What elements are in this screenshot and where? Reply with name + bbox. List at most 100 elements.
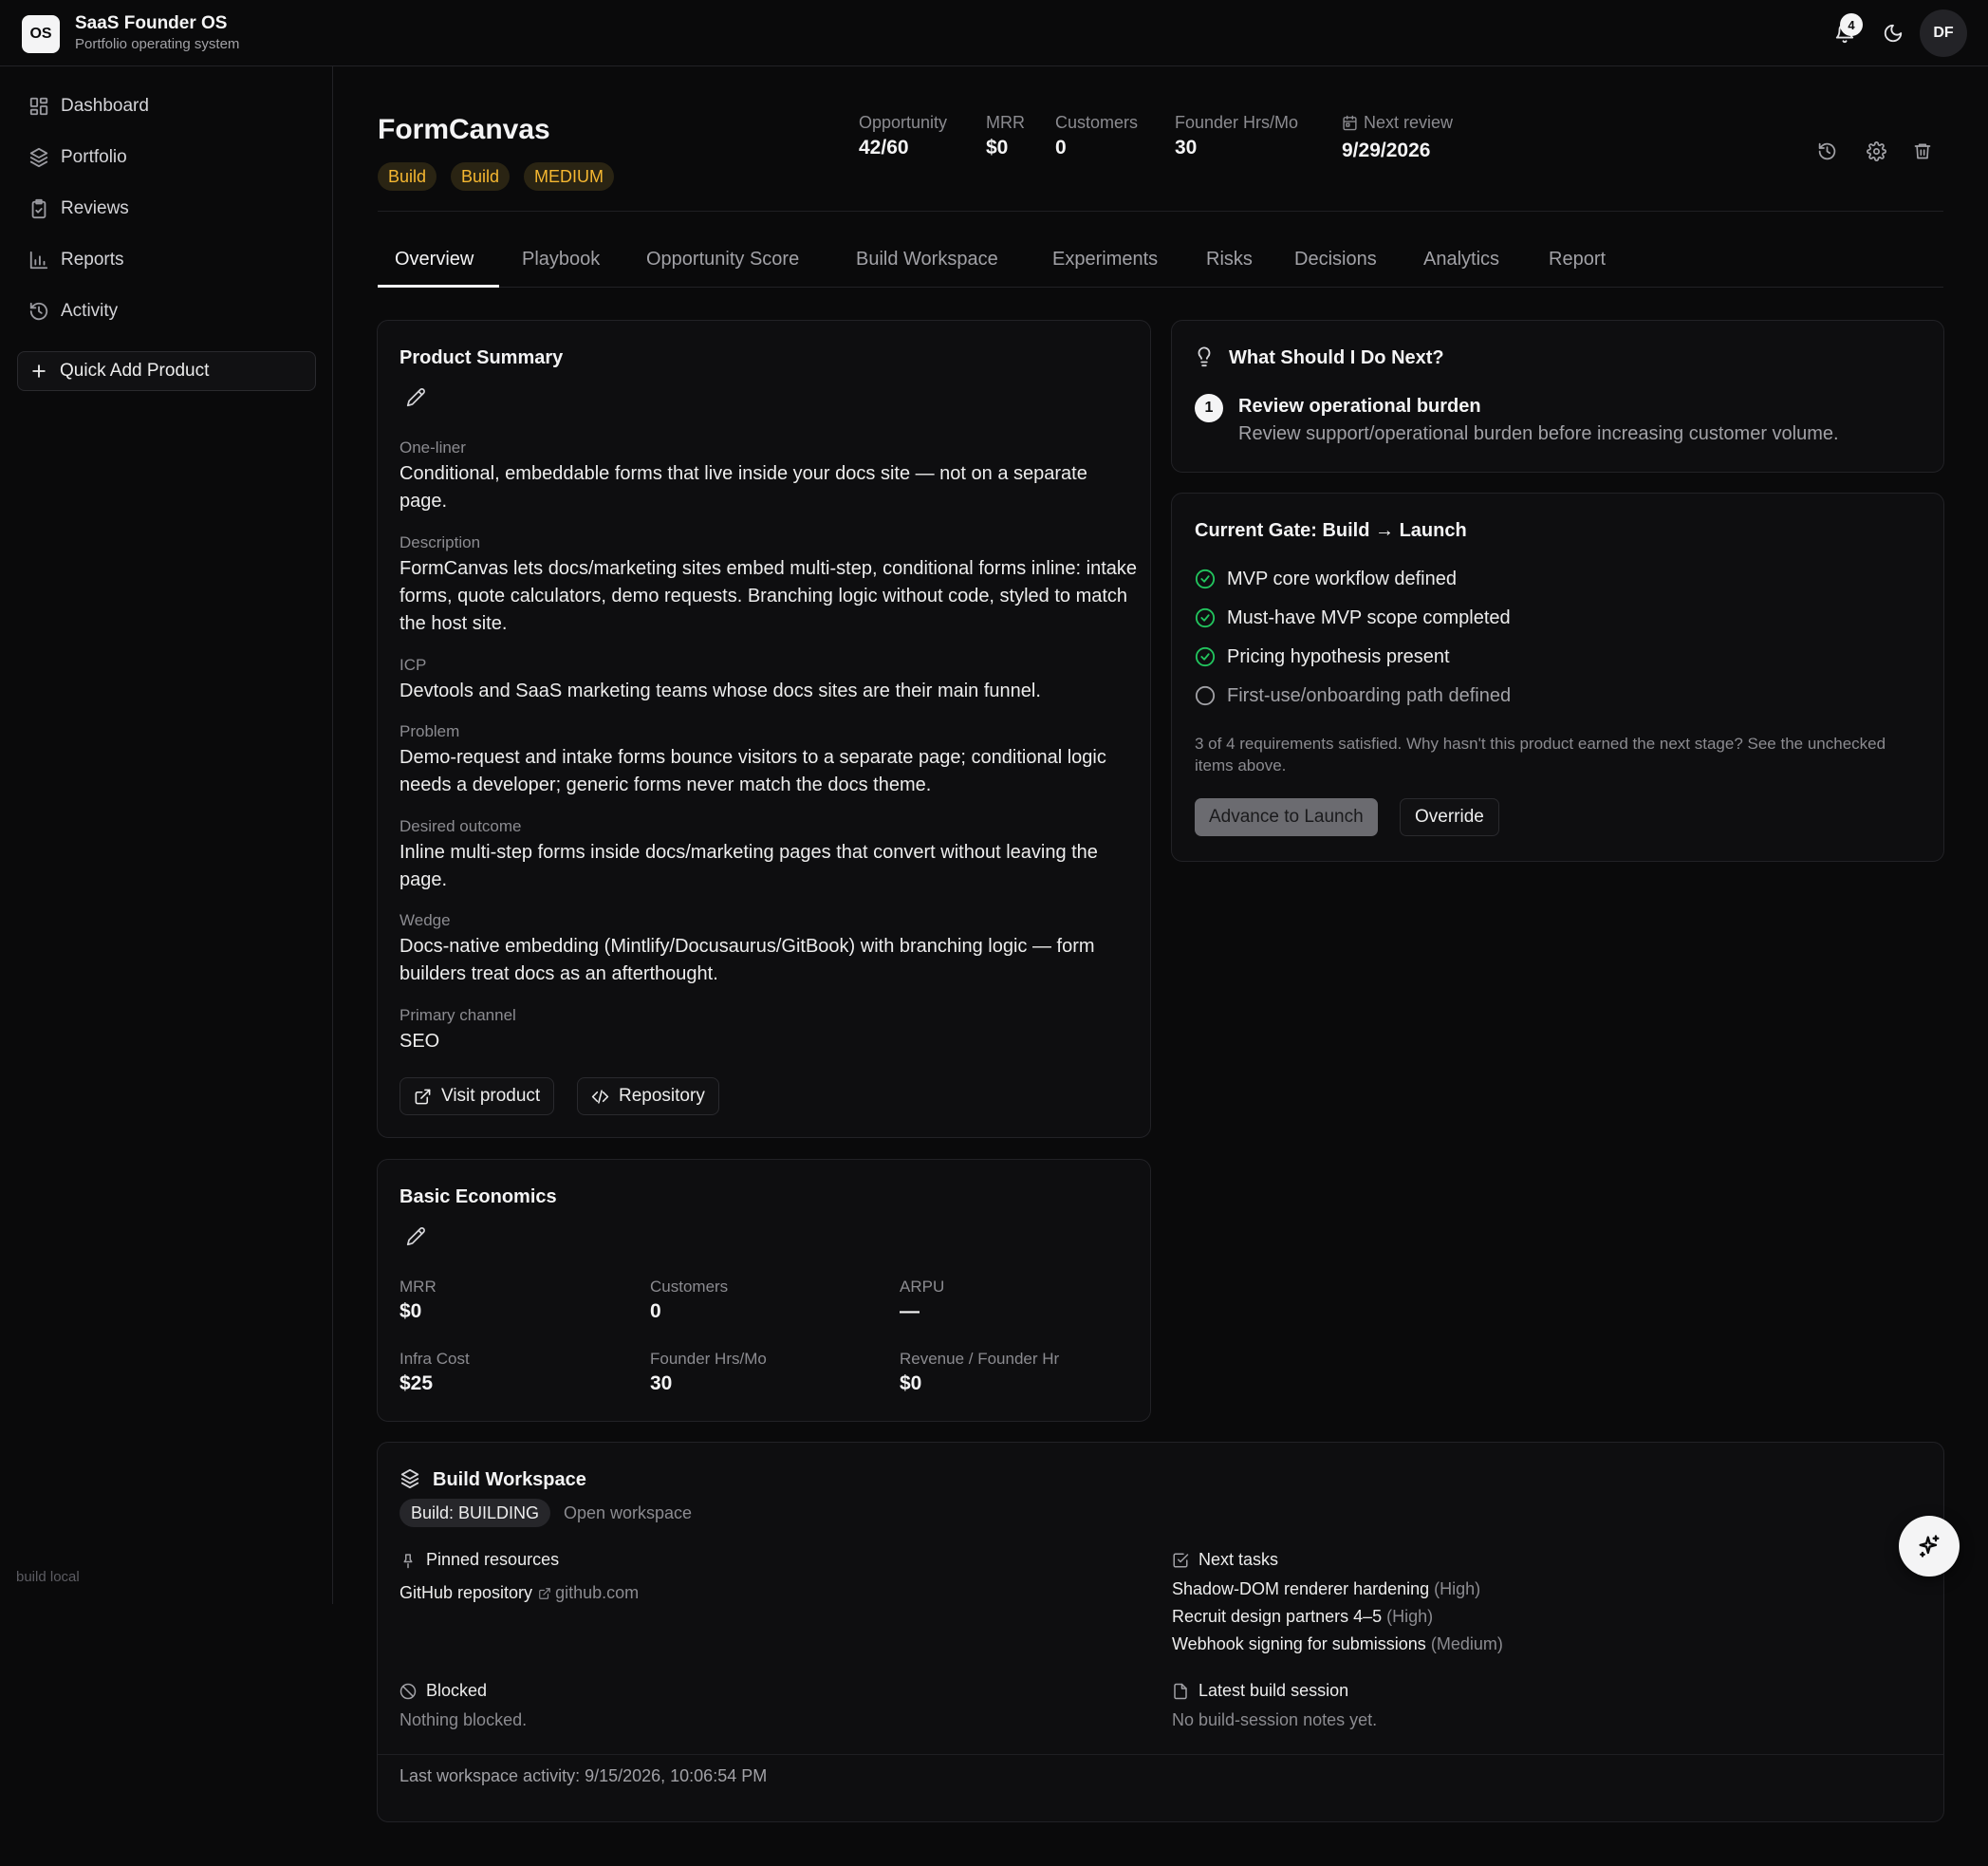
- tab-analytics[interactable]: Analytics: [1423, 249, 1499, 271]
- tab-playbook[interactable]: Playbook: [522, 249, 600, 271]
- sidebar-item-dashboard[interactable]: Dashboard: [17, 84, 316, 128]
- pinned-resources-title: Pinned resources: [426, 1550, 560, 1569]
- history-icon: [17, 301, 61, 322]
- external-link-icon: [538, 1587, 551, 1600]
- basic-economics-title: Basic Economics: [399, 1186, 557, 1207]
- sidebar-item-label: Portfolio: [61, 147, 127, 167]
- check-circle-icon: [1195, 607, 1227, 628]
- notification-count-badge: 4: [1840, 13, 1863, 36]
- one-liner-label: One-liner: [399, 439, 466, 457]
- metric-value-customers: 0: [1055, 137, 1067, 159]
- econ-customers-label: Customers: [650, 1278, 729, 1296]
- build-workspace-card: Build Workspace Build: BUILDING Open wor…: [377, 1442, 1944, 1822]
- trash-icon[interactable]: [1907, 136, 1938, 166]
- blocked-text: Nothing blocked.: [399, 1710, 528, 1729]
- metric-value-next-review: 9/29/2026: [1342, 140, 1431, 161]
- edit-pencil-icon[interactable]: [402, 1222, 429, 1249]
- tab-report[interactable]: Report: [1549, 249, 1606, 271]
- sidebar-item-label: Dashboard: [61, 96, 149, 116]
- next-step-title: Review operational burden: [1238, 396, 1481, 417]
- icp-label: ICP: [399, 656, 427, 674]
- gate-requirement-label: Pricing hypothesis present: [1227, 645, 1450, 667]
- repository-button[interactable]: Repository: [577, 1077, 719, 1115]
- tab-overview[interactable]: Overview: [395, 249, 474, 271]
- wedge-label: Wedge: [399, 911, 451, 929]
- primary-channel-value: SEO: [399, 1031, 440, 1052]
- calendar-icon: [1342, 115, 1358, 131]
- build-label: build local: [16, 1569, 80, 1585]
- visit-product-button[interactable]: Visit product: [399, 1077, 555, 1115]
- sidebar: Dashboard Portfolio Reviews Reports Acti…: [0, 66, 333, 1604]
- gate-note: 3 of 4 requirements satisfied. Why hasn'…: [1195, 735, 1886, 774]
- econ-mrr-label: MRR: [399, 1278, 437, 1296]
- check-circle-icon: [1195, 569, 1227, 589]
- check-circle-icon: [1195, 646, 1227, 667]
- edit-pencil-icon[interactable]: [402, 383, 429, 410]
- task-priority: (High): [1434, 1579, 1481, 1598]
- gate-requirement-label: Must-have MVP scope completed: [1227, 606, 1511, 628]
- econ-infra-cost-value: $25: [399, 1372, 434, 1394]
- app-logo[interactable]: OS: [22, 15, 60, 53]
- description-label: Description: [399, 533, 481, 551]
- tab-decisions[interactable]: Decisions: [1294, 249, 1377, 271]
- next-step-description: Review support/operational burden before…: [1238, 423, 1839, 444]
- ai-assistant-button[interactable]: [1899, 1516, 1960, 1577]
- desired-outcome-label: Desired outcome: [399, 817, 522, 835]
- quick-add-product-button[interactable]: Quick Add Product: [17, 351, 316, 391]
- code-icon: [591, 1088, 619, 1106]
- override-button[interactable]: Override: [1400, 798, 1499, 836]
- layers-icon: [17, 147, 61, 168]
- sidebar-item-activity[interactable]: Activity: [17, 289, 316, 333]
- task-item[interactable]: Webhook signing for submissions (Medium): [1172, 1634, 1503, 1654]
- econ-mrr-value: $0: [399, 1300, 422, 1322]
- next-tasks-title: Next tasks: [1198, 1550, 1279, 1569]
- moon-icon[interactable]: [1876, 16, 1910, 50]
- task-name: Recruit design partners 4–5: [1172, 1607, 1383, 1626]
- gate-title: Current Gate: Build → Launch: [1195, 520, 1467, 541]
- user-avatar[interactable]: DF: [1920, 9, 1967, 57]
- sidebar-item-label: Activity: [61, 301, 119, 321]
- next-action-title: What Should I Do Next?: [1229, 347, 1444, 368]
- pinned-resource-host: github.com: [555, 1583, 640, 1602]
- pinned-resources-heading: Pinned resources: [399, 1550, 559, 1570]
- sidebar-item-reviews[interactable]: Reviews: [17, 187, 316, 231]
- pinned-resource-name: GitHub repository: [399, 1583, 533, 1602]
- checkbox-icon: [1172, 1552, 1198, 1569]
- tab-experiments[interactable]: Experiments: [1052, 249, 1158, 271]
- next-action-card: What Should I Do Next? 1 Review operatio…: [1171, 320, 1944, 473]
- next-review-label: Next review: [1364, 113, 1454, 132]
- build-workspace-title: Build Workspace: [433, 1469, 586, 1490]
- metric-label-founder-hours: Founder Hrs/Mo: [1175, 113, 1299, 132]
- product-title: FormCanvas: [378, 114, 550, 145]
- tab-build-workspace[interactable]: Build Workspace: [856, 249, 998, 271]
- primary-channel-label: Primary channel: [399, 1006, 516, 1024]
- open-workspace-link[interactable]: Open workspace: [564, 1503, 692, 1523]
- metric-label-opportunity: Opportunity: [859, 113, 948, 132]
- metric-value-founder-hours: 30: [1175, 137, 1198, 159]
- next-tasks-heading: Next tasks: [1172, 1550, 1278, 1570]
- latest-session-heading: Latest build session: [1172, 1681, 1348, 1701]
- econ-arpu-label: ARPU: [900, 1278, 945, 1296]
- stage-badge: Build: [378, 162, 437, 191]
- task-item[interactable]: Shadow-DOM renderer hardening (High): [1172, 1579, 1480, 1599]
- lightbulb-icon: [1194, 346, 1215, 367]
- tabs-baseline: [378, 287, 1943, 288]
- history-icon[interactable]: [1811, 136, 1842, 166]
- task-priority: (High): [1386, 1607, 1434, 1626]
- pinned-resource-item[interactable]: GitHub repository github.com: [399, 1583, 639, 1603]
- task-item[interactable]: Recruit design partners 4–5 (High): [1172, 1607, 1433, 1627]
- quick-add-label: Quick Add Product: [60, 361, 210, 381]
- grid-icon: [17, 96, 61, 117]
- blocked-heading: Blocked: [399, 1681, 487, 1701]
- product-summary-card: Product Summary One-liner Conditional, e…: [377, 320, 1151, 1138]
- empty-circle-icon: [1195, 685, 1227, 706]
- econ-infra-cost-label: Infra Cost: [399, 1350, 470, 1368]
- tab-risks[interactable]: Risks: [1206, 249, 1253, 271]
- external-link-icon: [414, 1088, 441, 1106]
- sidebar-item-portfolio[interactable]: Portfolio: [17, 136, 316, 179]
- tab-opportunity-score[interactable]: Opportunity Score: [646, 249, 799, 271]
- layers-icon: [399, 1468, 420, 1489]
- advance-to-launch-button[interactable]: Advance to Launch: [1195, 798, 1378, 836]
- gear-icon[interactable]: [1861, 136, 1891, 166]
- sidebar-item-reports[interactable]: Reports: [17, 238, 316, 282]
